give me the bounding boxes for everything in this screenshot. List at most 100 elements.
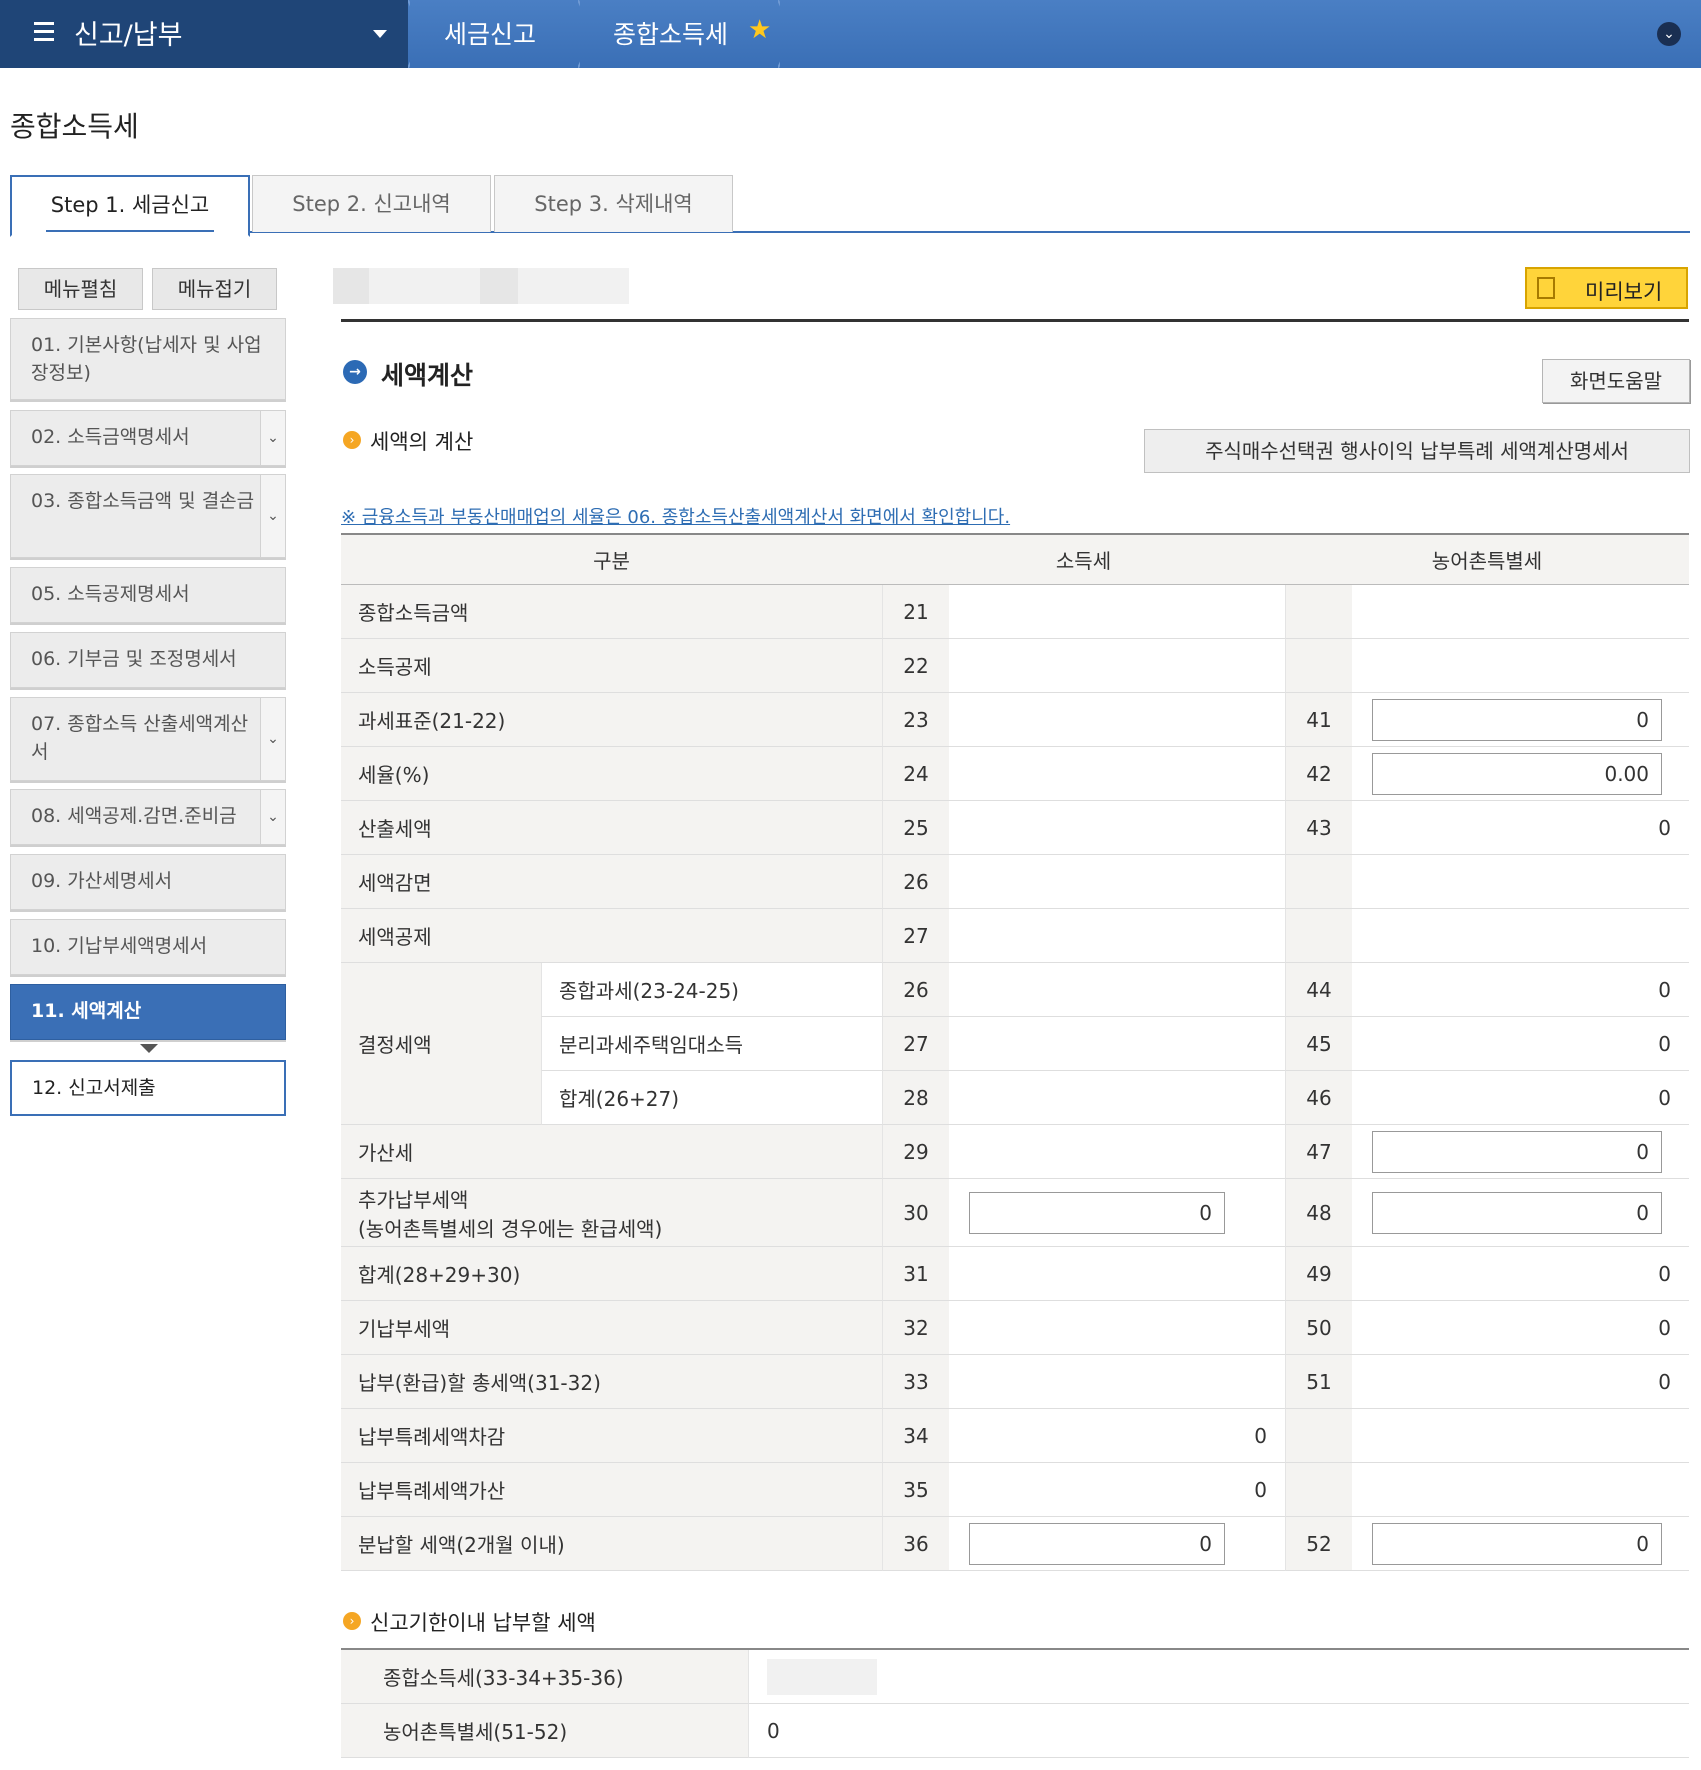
- line-number: 22: [882, 639, 949, 693]
- nav-item-08[interactable]: 08. 세액공제.감면.준비금 ⌄: [10, 789, 286, 845]
- line-number: [1285, 585, 1352, 639]
- chevron-right-circle-icon: ›: [343, 431, 361, 449]
- line-number: 46: [1285, 1071, 1352, 1125]
- line-number: 26: [882, 963, 949, 1017]
- special-tax-value: 0: [1352, 1071, 1689, 1125]
- special-tax-value: [1352, 639, 1689, 693]
- line-number: 41: [1285, 693, 1352, 747]
- due-row-label: 종합소득세(33-34+35-36): [341, 1650, 748, 1704]
- chevron-down-icon[interactable]: ⌄: [260, 698, 285, 780]
- special-tax-input[interactable]: 0: [1372, 1192, 1662, 1234]
- breadcrumb-tax-report[interactable]: 세금신고: [444, 15, 536, 51]
- income-tax-value: [949, 1017, 1285, 1071]
- document-icon: [1537, 277, 1555, 299]
- row-label: 소득공제: [341, 639, 882, 693]
- nav-item-05[interactable]: 05. 소득공제명세서: [10, 567, 286, 623]
- nav-item-06[interactable]: 06. 기부금 및 조정명세서: [10, 632, 286, 688]
- screen-help-button[interactable]: 화면도움말: [1542, 359, 1690, 403]
- tab-step2[interactable]: Step 2. 신고내역: [252, 175, 491, 232]
- arrow-right-circle-icon: →: [343, 360, 367, 384]
- line-number: [1285, 1463, 1352, 1517]
- income-tax-value: [949, 585, 1285, 639]
- chevron-down-icon[interactable]: ⌄: [260, 411, 285, 465]
- top-navigation-bar: 신고/납부 세금신고 종합소득세 ★ ⌄: [0, 0, 1701, 68]
- special-tax-value: 0: [1352, 1517, 1689, 1571]
- due-row-label: 농어촌특별세(51-52): [341, 1704, 748, 1758]
- line-number: [1285, 909, 1352, 963]
- hamburger-icon: [34, 22, 54, 44]
- special-tax-input[interactable]: 0.00: [1372, 753, 1662, 795]
- nav-item-03[interactable]: 03. 종합소득금액 및 결손금 ⌄: [10, 474, 286, 558]
- breadcrumb-income-tax[interactable]: 종합소득세: [613, 15, 728, 51]
- income-tax-value: [949, 1125, 1285, 1179]
- line-number: 32: [882, 1301, 949, 1355]
- nav-item-12-label: 12. 신고서제출: [32, 1077, 156, 1099]
- tab-step1[interactable]: Step 1. 세금신고: [10, 175, 250, 237]
- row-label: 가산세: [341, 1125, 882, 1179]
- income-tax-value: [949, 693, 1285, 747]
- star-icon[interactable]: ★: [748, 15, 771, 45]
- tax-rate-notice-link[interactable]: ※ 금융소득과 부동산매매업의 세율은 06. 종합소득산출세액계산서 화면에서…: [341, 503, 1010, 529]
- chevron-down-circle-icon[interactable]: ⌄: [1657, 22, 1681, 46]
- chevron-down-icon[interactable]: ⌄: [260, 475, 285, 557]
- row-label: 과세표준(21-22): [341, 693, 882, 747]
- row-label: 합계(26+27): [541, 1071, 882, 1125]
- income-tax-value: [949, 639, 1285, 693]
- row-label: 납부(환급)할 총세액(31-32): [341, 1355, 882, 1409]
- row-label: 납부특례세액가산: [341, 1463, 882, 1517]
- caret-down-icon[interactable]: [373, 30, 387, 38]
- menu-collapse-button[interactable]: 메뉴접기: [152, 268, 277, 310]
- nav-item-05-label: 05. 소득공제명세서: [31, 583, 190, 605]
- line-number: 44: [1285, 963, 1352, 1017]
- stock-option-statement-button[interactable]: 주식매수선택권 행사이익 납부특례 세액계산명세서: [1144, 429, 1690, 473]
- line-number: 23: [882, 693, 949, 747]
- nav-item-09[interactable]: 09. 가산세명세서: [10, 854, 286, 910]
- nav-item-11[interactable]: 11. 세액계산: [10, 984, 286, 1040]
- due-row-value: 0: [748, 1704, 1689, 1758]
- row-label: 추가납부세액 (농어촌특별세의 경우에는 환급세액): [341, 1179, 882, 1247]
- nav-item-08-label: 08. 세액공제.감면.준비금: [31, 805, 237, 827]
- special-tax-value: [1352, 909, 1689, 963]
- special-tax-value: [1352, 585, 1689, 639]
- nav-item-10-label: 10. 기납부세액명세서: [31, 935, 208, 957]
- all-menu-button[interactable]: 신고/납부: [0, 0, 408, 68]
- row-label: 합계(28+29+30): [341, 1247, 882, 1301]
- income-tax-value: [949, 1301, 1285, 1355]
- nav-item-10[interactable]: 10. 기납부세액명세서: [10, 919, 286, 975]
- calc-subtitle: 세액의 계산: [370, 430, 474, 454]
- line-number: 52: [1285, 1517, 1352, 1571]
- chevron-down-icon[interactable]: ⌄: [260, 790, 285, 844]
- row-group-label: 결정세액: [341, 963, 541, 1125]
- income-tax-value: [949, 801, 1285, 855]
- chevron-right-circle-icon: ›: [343, 1612, 361, 1630]
- redacted-block: [480, 268, 518, 304]
- special-tax-input[interactable]: 0: [1372, 699, 1662, 741]
- special-tax-value: 0: [1352, 963, 1689, 1017]
- special-tax-input[interactable]: 0: [1372, 1131, 1662, 1173]
- special-tax-value: 0: [1352, 1017, 1689, 1071]
- line-number: 24: [882, 747, 949, 801]
- nav-item-02[interactable]: 02. 소득금액명세서 ⌄: [10, 410, 286, 466]
- line-number: 47: [1285, 1125, 1352, 1179]
- breadcrumb-separator-icon: [408, 0, 410, 68]
- header-income-tax: 소득세: [882, 535, 1285, 585]
- tab-step3[interactable]: Step 3. 삭제내역: [494, 175, 733, 232]
- special-tax-value: 0: [1352, 1247, 1689, 1301]
- special-tax-value: 0: [1352, 801, 1689, 855]
- line-number: 34: [882, 1409, 949, 1463]
- nav-item-07[interactable]: 07. 종합소득 산출세액계산서 ⌄: [10, 697, 286, 781]
- nav-item-09-label: 09. 가산세명세서: [31, 870, 173, 892]
- line-number: 42: [1285, 747, 1352, 801]
- income-tax-value: 0: [949, 1179, 1285, 1247]
- special-tax-input[interactable]: 0: [1372, 1523, 1662, 1565]
- nav-item-12[interactable]: 12. 신고서제출: [10, 1060, 286, 1116]
- row-label-line: 추가납부세액: [358, 1187, 469, 1212]
- menu-expand-button[interactable]: 메뉴펼침: [18, 268, 143, 310]
- income-tax-input[interactable]: 0: [969, 1192, 1225, 1234]
- redacted-block: [767, 1658, 877, 1695]
- row-label: 분리과세주택임대소득: [541, 1017, 882, 1071]
- income-tax-input[interactable]: 0: [969, 1523, 1225, 1565]
- nav-item-01[interactable]: 01. 기본사항(납세자 및 사업장정보): [10, 318, 286, 400]
- nav-item-11-label: 11. 세액계산: [31, 1000, 142, 1022]
- preview-button[interactable]: 미리보기: [1525, 267, 1688, 309]
